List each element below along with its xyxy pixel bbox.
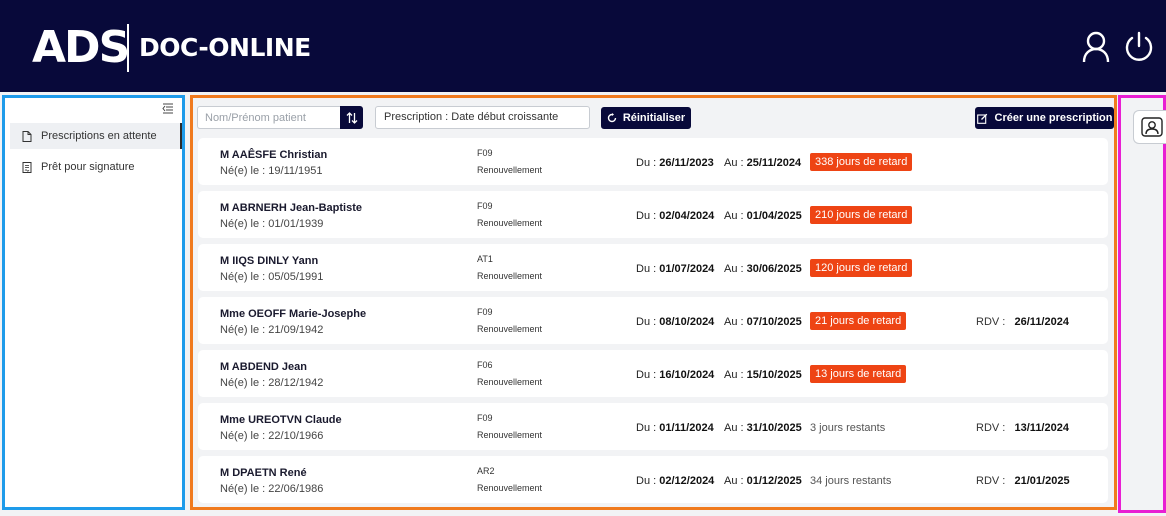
reset-icon (607, 113, 617, 123)
late-badge: 21 jours de retard (810, 312, 907, 330)
patient-birthdate: Né(e) le : 22/10/1966 (220, 430, 324, 442)
prescription-row[interactable]: Mme OEOFF Marie-Josephe Né(e) le : 21/09… (198, 297, 1108, 344)
prescription-row[interactable]: M IIQS DINLY Yann Né(e) le : 05/05/1991 … (198, 244, 1108, 291)
right-panel (1118, 95, 1166, 513)
late-badge: 210 jours de retard (810, 206, 913, 224)
patient-search-input[interactable] (197, 106, 340, 129)
patient-name: M DPAETN René (220, 467, 307, 479)
patient-name: M ABDEND Jean (220, 361, 307, 373)
prescription-code: F09 (477, 413, 493, 423)
end-date: Au : 07/10/2025 (724, 316, 802, 328)
prescription-code: F06 (477, 360, 493, 370)
prescription-kind: Renouvellement (477, 324, 543, 334)
prescription-kind: Renouvellement (477, 165, 543, 175)
prescription-code: F09 (477, 201, 493, 211)
sidebar-item-label: Prêt pour signature (41, 161, 135, 173)
prescription-kind: Renouvellement (477, 430, 543, 440)
reset-button[interactable]: Réinitialiser (601, 107, 691, 129)
patient-birthdate: Né(e) le : 05/05/1991 (220, 271, 324, 283)
sidebar-item-label: Prescriptions en attente (41, 130, 157, 142)
late-badge: 338 jours de retard (810, 153, 913, 171)
start-date: Du : 01/11/2024 (636, 422, 714, 434)
start-date: Du : 02/04/2024 (636, 210, 715, 222)
patient-name: Mme OEOFF Marie-Josephe (220, 308, 367, 320)
document-icon (22, 130, 32, 142)
patient-birthdate: Né(e) le : 21/09/1942 (220, 324, 324, 336)
prescription-row[interactable]: M AAÊSFE Christian Né(e) le : 19/11/1951… (198, 138, 1108, 185)
reset-button-label: Réinitialiser (622, 112, 686, 124)
prescription-kind: Renouvellement (477, 483, 543, 493)
prescription-code: AT1 (477, 254, 493, 264)
patient-name: M IIQS DINLY Yann (220, 255, 319, 267)
sidebar: Prescriptions en attente Prêt pour signa… (2, 95, 185, 510)
sort-icon[interactable] (340, 106, 363, 129)
sidebar-item-prescriptions-en-attente[interactable]: Prescriptions en attente (10, 123, 182, 149)
sidebar-item-pret-pour-signature[interactable]: Prêt pour signature (10, 154, 182, 180)
prescriptions-panel: Prescription : Date début croissante Réi… (190, 95, 1117, 510)
prescription-code: AR2 (477, 466, 495, 476)
app-title: DOC-ONLINE (139, 33, 311, 62)
appointment-date: RDV : 13/11/2024 (976, 422, 1069, 434)
menu-collapse-icon[interactable] (162, 101, 174, 114)
patient-name: M AAÊSFE Christian (220, 149, 328, 161)
end-date: Au : 25/11/2024 (724, 157, 802, 169)
start-date: Du : 01/07/2024 (636, 263, 715, 275)
edit-icon (976, 113, 987, 124)
create-prescription-button[interactable]: Créer une prescription (975, 107, 1114, 129)
patient-name: M ABRNERH Jean-Baptiste (220, 202, 363, 214)
late-badge: 120 jours de retard (810, 259, 913, 277)
appointment-date: RDV : 21/01/2025 (976, 475, 1070, 487)
end-date: Au : 01/04/2025 (724, 210, 802, 222)
appointment-date: RDV : 26/11/2024 (976, 316, 1069, 328)
start-date: Du : 08/10/2024 (636, 316, 715, 328)
patient-birthdate: Né(e) le : 22/06/1986 (220, 483, 324, 495)
days-remaining: 3 jours restants (810, 422, 886, 434)
ads-logo: ADS (32, 22, 130, 73)
power-icon[interactable] (1122, 30, 1156, 64)
end-date: Au : 30/06/2025 (724, 263, 802, 275)
patient-birthdate: Né(e) le : 01/01/1939 (220, 218, 324, 230)
sort-select[interactable]: Prescription : Date début croissante (375, 106, 590, 129)
patient-birthdate: Né(e) le : 19/11/1951 (220, 165, 323, 177)
patient-name: Mme UREOTVN Claude (220, 414, 342, 426)
contact-card-icon[interactable] (1133, 110, 1166, 144)
prescription-row[interactable]: M ABDEND Jean Né(e) le : 28/12/1942 F06 … (198, 350, 1108, 397)
start-date: Du : 16/10/2024 (636, 369, 715, 381)
prescription-code: F09 (477, 307, 493, 317)
user-icon[interactable] (1080, 30, 1112, 64)
start-date: Du : 26/11/2023 (636, 157, 714, 169)
end-date: Au : 15/10/2025 (724, 369, 802, 381)
end-date: Au : 31/10/2025 (724, 422, 802, 434)
patient-birthdate: Né(e) le : 28/12/1942 (220, 377, 324, 389)
prescription-kind: Renouvellement (477, 218, 543, 228)
prescription-row[interactable]: M DPAETN René Né(e) le : 22/06/1986 AR2 … (198, 456, 1108, 503)
late-badge: 13 jours de retard (810, 365, 907, 383)
prescription-code: F09 (477, 148, 493, 158)
top-bar: ADS DOC-ONLINE (0, 0, 1166, 92)
end-date: Au : 01/12/2025 (724, 475, 802, 487)
prescription-kind: Renouvellement (477, 377, 543, 387)
prescription-row[interactable]: M ABRNERH Jean-Baptiste Né(e) le : 01/01… (198, 191, 1108, 238)
prescription-kind: Renouvellement (477, 271, 543, 281)
days-remaining: 34 jours restants (810, 475, 892, 487)
prescription-row[interactable]: Mme UREOTVN Claude Né(e) le : 22/10/1966… (198, 403, 1108, 450)
logo-divider (127, 24, 129, 72)
start-date: Du : 02/12/2024 (636, 475, 715, 487)
create-prescription-label: Créer une prescription (994, 112, 1113, 124)
signature-document-icon (22, 161, 32, 173)
